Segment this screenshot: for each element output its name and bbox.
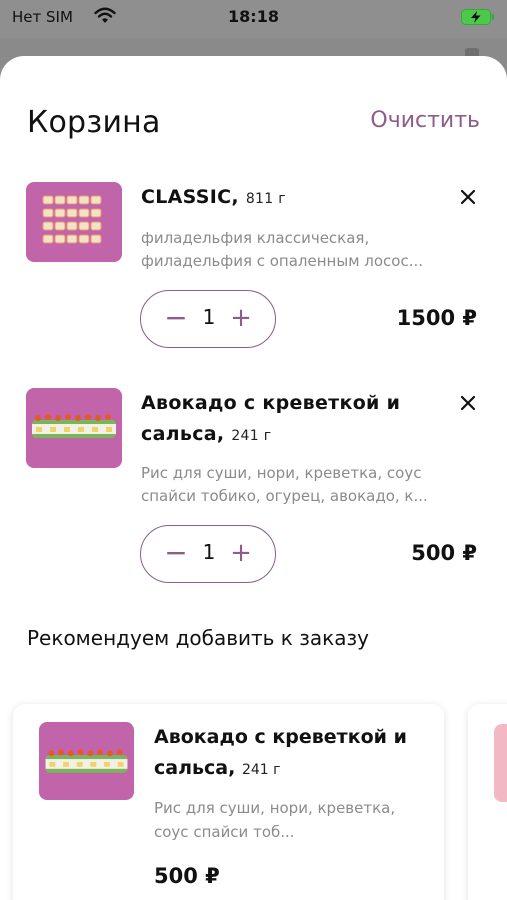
product-image xyxy=(494,724,507,802)
page-title: Корзина xyxy=(27,105,161,140)
product-image xyxy=(26,182,122,262)
item-name: CLASSIC, xyxy=(141,186,239,208)
close-icon[interactable] xyxy=(459,394,477,412)
recommended-product-card[interactable]: Авокадо с креветкой и сальса, 241 г Рис … xyxy=(13,704,444,900)
increase-button[interactable]: + xyxy=(229,538,253,570)
recommended-product-card[interactable] xyxy=(468,704,507,900)
clock: 18:18 xyxy=(228,7,279,26)
quantity-stepper: − 1 + xyxy=(140,290,276,348)
recommended-weight: 241 г xyxy=(241,762,281,778)
product-image xyxy=(39,722,134,800)
quantity-value: 1 xyxy=(202,305,216,329)
item-price: 500 ₽ xyxy=(411,541,477,565)
item-weight: 241 г xyxy=(231,428,272,444)
recommend-section-title: Рекомендуем добавить к заказу xyxy=(27,626,369,650)
item-price: 1500 ₽ xyxy=(396,306,477,330)
status-bar: Нет SIM 18:18 xyxy=(0,0,507,38)
item-weight: 811 г xyxy=(245,191,286,207)
cart-sheet: Корзина Очистить CLASSIC, 811 г филадель… xyxy=(0,56,507,900)
quantity-value: 1 xyxy=(202,540,216,564)
quantity-stepper: − 1 + xyxy=(140,525,276,583)
decrease-button[interactable]: − xyxy=(164,538,188,570)
item-title: CLASSIC, 811 г xyxy=(141,182,431,215)
clear-cart-button[interactable]: Очистить xyxy=(370,108,480,133)
close-icon[interactable] xyxy=(459,188,477,206)
recommended-price: 500 ₽ xyxy=(154,864,220,888)
recommended-title: Авокадо с креветкой и сальса, 241 г xyxy=(154,722,424,786)
increase-button[interactable]: + xyxy=(229,303,253,335)
item-title: Авокадо с креветкой и сальса, 241 г xyxy=(141,388,431,452)
item-description: филадельфия классическая, филадельфия с … xyxy=(141,229,424,270)
product-image xyxy=(26,388,122,468)
item-description: Рис для суши, нори, креветка, соус спайс… xyxy=(141,464,428,505)
battery-charging-icon xyxy=(461,9,495,25)
recommended-description: Рис для суши, нори, креветка, соус спайс… xyxy=(154,799,396,841)
decrease-button[interactable]: − xyxy=(164,303,188,335)
